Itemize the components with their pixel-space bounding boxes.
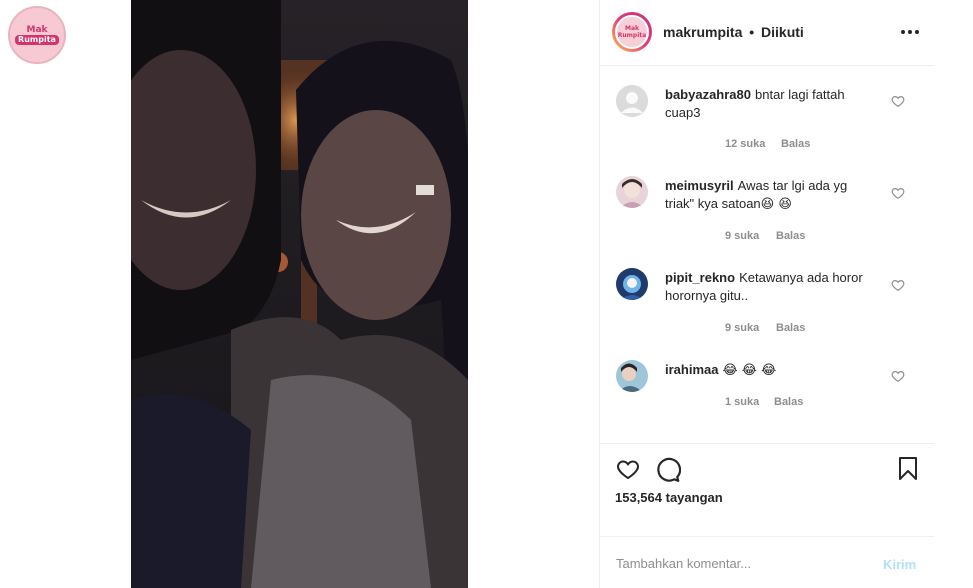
comment-emoji: 😂 😂 😂: [722, 363, 777, 378]
header-user-line: makrumpita • Diikuti: [663, 24, 804, 40]
avatar-text-line2: Rumpita: [617, 32, 647, 39]
avatar-text-line1: Mak: [624, 25, 639, 32]
comment-emoji: 😆 😆: [760, 197, 792, 212]
video-player[interactable]: [131, 0, 468, 588]
header-separator: •: [749, 24, 755, 40]
default-avatar-icon[interactable]: [616, 85, 648, 117]
account-avatar[interactable]: Mak Rumpita: [612, 12, 652, 52]
views-count: 153,564: [615, 490, 662, 505]
comment-text: pipit_rekno Ketawanya ada horor horornya …: [665, 269, 880, 305]
comment-likes[interactable]: 9 suka: [725, 322, 759, 334]
views-count-line: 153,564 tayangan: [615, 490, 723, 505]
logo-text-line2: Rumpita: [15, 35, 59, 45]
like-comment-heart-icon[interactable]: [891, 94, 905, 108]
comment-text: meimusyril Awas tar lgi ada yg triak" kya…: [665, 177, 880, 214]
views-label: tayangan: [665, 490, 723, 505]
comment-username[interactable]: babyazahra80: [665, 87, 751, 102]
reply-button[interactable]: Balas: [774, 396, 803, 408]
account-username[interactable]: makrumpita: [663, 24, 742, 40]
comment-text: babyazahra80 bntar lagi fattah cuap3: [665, 86, 880, 122]
logo-text-line1: Mak: [26, 25, 48, 35]
add-comment-bar: Kirim: [600, 536, 934, 588]
account-avatar-image: Mak Rumpita: [615, 15, 649, 49]
like-comment-heart-icon[interactable]: [891, 278, 905, 292]
user-avatar[interactable]: [616, 360, 648, 392]
follow-status-button[interactable]: Diikuti: [761, 24, 804, 40]
comment-likes[interactable]: 12 suka: [725, 138, 765, 150]
reply-button[interactable]: Balas: [781, 138, 810, 150]
post-side-panel: Mak Rumpita makrumpita • Diikuti babyaza…: [599, 0, 935, 588]
user-avatar[interactable]: [616, 176, 648, 208]
comment-bubble-icon[interactable]: [655, 457, 681, 483]
brand-logo: Mak Rumpita: [8, 6, 66, 64]
comment-likes[interactable]: 1 suka: [725, 396, 759, 408]
comment-input[interactable]: [614, 551, 868, 575]
like-comment-heart-icon[interactable]: [891, 369, 905, 383]
right-margin: [934, 0, 973, 588]
comment-username[interactable]: irahimaa: [665, 362, 718, 377]
comment-username[interactable]: meimusyril: [665, 178, 734, 193]
user-avatar[interactable]: [616, 268, 648, 300]
comment-likes[interactable]: 9 suka: [725, 230, 759, 242]
comment-text: irahimaa 😂 😂 😂: [665, 361, 880, 380]
post-header: Mak Rumpita makrumpita • Diikuti: [600, 0, 934, 66]
like-heart-icon[interactable]: [615, 457, 641, 481]
video-frame: [131, 0, 468, 588]
post-actions: 153,564 tayangan: [600, 443, 934, 533]
reply-button[interactable]: Balas: [776, 230, 805, 242]
bookmark-icon[interactable]: [897, 457, 919, 481]
like-comment-heart-icon[interactable]: [891, 186, 905, 200]
post-comment-button[interactable]: Kirim: [883, 557, 916, 572]
comment-username[interactable]: pipit_rekno: [665, 270, 735, 285]
more-options-icon[interactable]: [900, 22, 920, 42]
reply-button[interactable]: Balas: [776, 322, 805, 334]
comments-list: babyazahra80 bntar lagi fattah cuap3 12 s…: [600, 67, 934, 437]
